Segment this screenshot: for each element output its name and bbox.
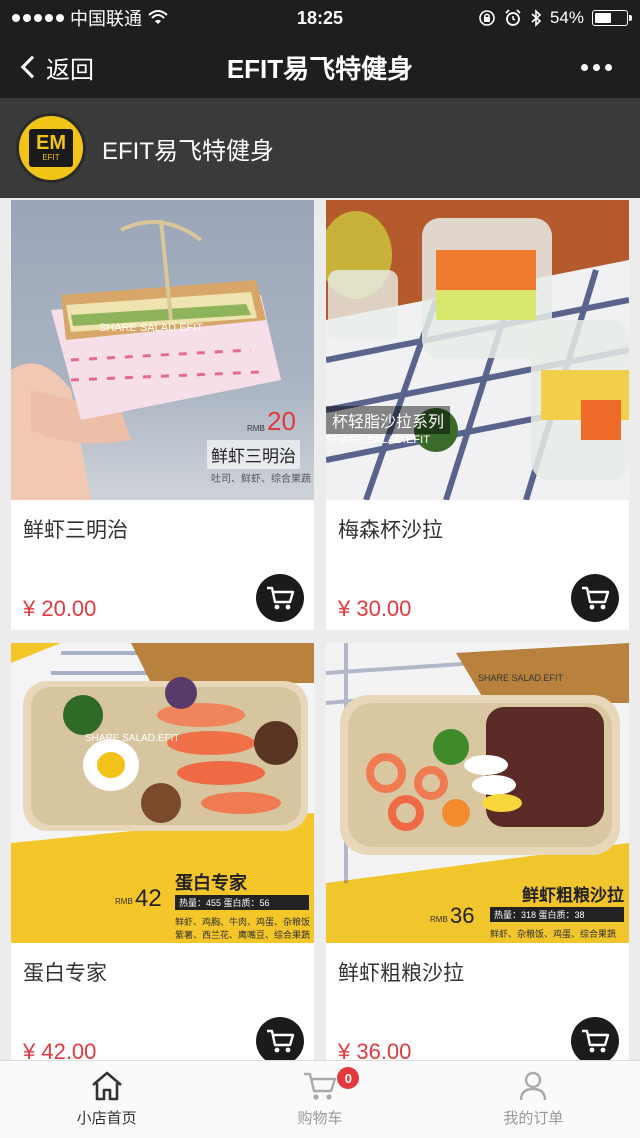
signal-icon [12,14,64,22]
more-button[interactable] [480,36,640,98]
battery-icon [592,10,632,26]
image-stats: 热量：455 蛋白质：56 [175,895,309,910]
image-brand: SHARE SALAD.EFIT [85,733,180,744]
tab-label: 购物车 [297,1110,343,1127]
product-card[interactable]: 杯轻脂沙拉系列 SHARE SALAD.EFIT 梅森杯沙拉 ¥ 30.00 [326,200,629,630]
status-bar: 中国联通 18:25 54% [0,0,640,36]
product-image[interactable]: SHARE SALAD.EFIT RMB 20 鲜虾三明治 吐司、鲜虾、综合果蔬 [11,200,314,500]
bluetooth-icon [531,9,542,27]
tab-label: 我的订单 [503,1110,564,1127]
cart-count-badge: 0 [337,1067,360,1089]
more-dot [581,63,588,71]
lock-rotation-icon [479,10,495,26]
bottom-tab-bar: 小店首页 0 购物车 我的订单 [0,1060,640,1138]
status-time: 18:25 [296,7,344,28]
logo-inner: EM EFIT [29,129,73,167]
cart-icon [267,1029,295,1053]
image-sub: 吐司、鲜虾、综合果蔬 [211,474,311,485]
logo-mark: EM [36,132,66,154]
chevron-left-icon [20,55,44,79]
alarm-icon [505,9,521,26]
status-left: 中国联通 [12,5,232,31]
add-to-cart-button[interactable] [256,1017,304,1060]
image-sub2: 紫薯、西兰花、鹰嘴豆、综合果蔬 [175,930,311,940]
product-price: ¥ 20.00 [23,596,97,621]
product-grid: SHARE SALAD.EFIT RMB 20 鲜虾三明治 吐司、鲜虾、综合果蔬… [0,198,640,1060]
cart-icon [267,586,295,610]
store-name[interactable]: EFIT易飞特健身 [102,131,274,166]
image-title: 蛋白专家 [175,873,247,893]
image-rmb: RMB [430,915,448,924]
product-name[interactable]: 梅森杯沙拉 [338,514,443,544]
page-title: EFIT易飞特健身 [226,53,414,84]
product-image[interactable]: 杯轻脂沙拉系列 SHARE SALAD.EFIT [326,200,629,500]
product-price: ¥ 42.00 [23,1039,97,1060]
image-stats: 热量：318 蛋白质：38 [490,907,624,922]
carrier-label: 中国联通 [70,9,142,29]
status-right: 54% [408,8,632,28]
image-price-num: 20 [267,406,296,436]
image-brand: SHARE SALAD.EFIT [99,322,203,334]
product-card[interactable]: SHARE SALAD.EFIT 鲜虾粗粮沙拉 RMB 36 热量：318 蛋白… [326,643,629,1060]
image-sub: 鲜虾、杂粮饭、鸡蛋、综合果蔬 [490,929,617,939]
product-name[interactable]: 鲜虾三明治 [23,514,128,544]
tab-my-orders[interactable]: 我的订单 [427,1061,640,1138]
wifi-icon [148,10,168,24]
product-name[interactable]: 鲜虾粗粮沙拉 [338,957,464,987]
store-banner: EM EFIT EFIT易飞特健身 [0,98,640,198]
battery-fill [595,13,612,23]
product-card[interactable]: SHARE SALAD.EFIT RMB 20 鲜虾三明治 吐司、鲜虾、综合果蔬… [11,200,314,630]
back-label: 返回 [46,56,94,84]
image-rmb: RMB [115,897,133,906]
image-brand: SHARE SALAD.EFIT [478,673,564,683]
image-brand: SHARE SALAD.EFIT [326,434,430,446]
tab-store-home[interactable]: 小店首页 [0,1061,213,1138]
product-name[interactable]: 蛋白专家 [23,957,107,987]
cart-icon [582,1029,610,1053]
image-price-num: 36 [450,903,475,928]
jars-illustration [326,200,629,500]
add-to-cart-button[interactable] [256,574,304,622]
cart-icon [582,586,610,610]
product-price: ¥ 30.00 [338,596,412,621]
logo-text: EFIT [42,153,60,162]
more-dot [605,63,612,71]
back-button[interactable]: 返回 [0,36,160,98]
product-card[interactable]: SHARE SALAD.EFIT RMB 42 蛋白专家 热量：455 蛋白质：… [11,643,314,1060]
nav-bar: 返回 EFIT易飞特健身 [0,36,640,98]
image-title: 鲜虾三明治 [207,440,300,469]
product-price: ¥ 36.00 [338,1039,412,1060]
image-rmb: RMB [247,424,265,433]
cart-icon [303,1072,337,1100]
image-title: 杯轻脂沙拉系列 [326,406,451,434]
battery-percent: 54% [549,8,584,27]
user-icon [520,1071,547,1101]
product-image[interactable]: SHARE SALAD.EFIT RMB 42 蛋白专家 热量：455 蛋白质：… [11,643,314,943]
image-title: 鲜虾粗粮沙拉 [522,886,624,905]
image-sub1: 鲜虾、鸡胸、牛肉、鸡蛋、杂粮饭 [175,917,311,927]
more-dot [593,63,600,71]
product-image[interactable]: SHARE SALAD.EFIT 鲜虾粗粮沙拉 RMB 36 热量：318 蛋白… [326,643,629,943]
tab-label: 小店首页 [76,1110,137,1127]
add-to-cart-button[interactable] [571,574,619,622]
tab-cart[interactable]: 0 购物车 [213,1061,426,1138]
image-price-num: 42 [135,885,162,912]
add-to-cart-button[interactable] [571,1017,619,1060]
store-logo[interactable]: EM EFIT [16,113,86,183]
home-icon [91,1071,122,1101]
